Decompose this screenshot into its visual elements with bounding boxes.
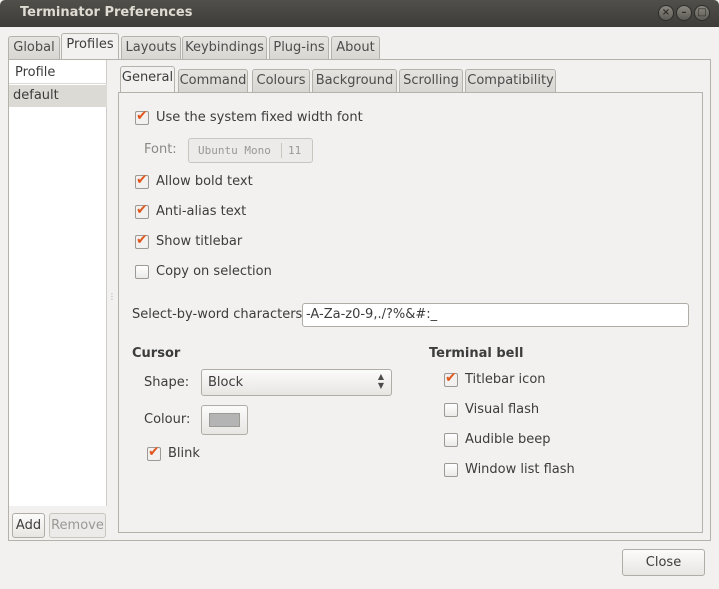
cursor-colour-label: Colour: bbox=[144, 412, 191, 427]
word-chars-input[interactable]: -A-Za-z0-9,./?%&#:_ bbox=[302, 303, 689, 327]
anti-alias-checkbox[interactable] bbox=[135, 202, 149, 219]
anti-alias-label: Anti-alias text bbox=[156, 204, 247, 219]
audible-beep-label: Audible beep bbox=[465, 432, 551, 447]
titlebar-icon-checkbox[interactable] bbox=[444, 370, 458, 387]
copy-on-selection-checkbox[interactable] bbox=[135, 265, 149, 279]
tab-background[interactable]: Background bbox=[312, 69, 397, 93]
tab-profiles[interactable]: Profiles bbox=[61, 33, 119, 60]
window-list-flash-label: Window list flash bbox=[465, 462, 575, 477]
word-chars-label: Select-by-word characters: bbox=[132, 307, 307, 322]
font-size: 11 bbox=[288, 144, 302, 157]
profile-list: Profile default bbox=[9, 60, 107, 506]
tab-command[interactable]: Command bbox=[178, 69, 248, 93]
window-list-flash-checkbox[interactable] bbox=[444, 463, 458, 477]
font-name: Ubuntu Mono bbox=[198, 144, 271, 157]
title-bar: Terminator Preferences × – □ bbox=[0, 0, 719, 27]
pane-resize-handle[interactable]: ⋮ bbox=[108, 293, 116, 305]
cursor-shape-value: Block bbox=[208, 375, 244, 390]
profile-sub-tab-bar: General Command Colours Background Scrol… bbox=[119, 66, 559, 93]
profile-item-default[interactable]: default bbox=[9, 85, 107, 107]
tab-keybindings[interactable]: Keybindings bbox=[182, 36, 267, 60]
font-separator bbox=[281, 143, 282, 158]
add-profile-button[interactable]: Add bbox=[12, 513, 45, 538]
cursor-blink-checkbox[interactable] bbox=[147, 444, 161, 461]
tab-global[interactable]: Global bbox=[8, 36, 60, 60]
cursor-shape-select[interactable]: Block ▲ ▼ bbox=[201, 369, 392, 396]
show-titlebar-checkbox[interactable] bbox=[135, 232, 149, 249]
maximize-window-icon[interactable]: □ bbox=[694, 5, 710, 21]
combo-arrows-icon: ▲ ▼ bbox=[377, 372, 384, 390]
top-tab-bar: Global Profiles Layouts Keybindings Plug… bbox=[8, 33, 388, 60]
tab-plugins[interactable]: Plug-ins bbox=[269, 36, 329, 60]
close-button[interactable]: Close bbox=[622, 549, 705, 576]
colour-swatch bbox=[209, 413, 240, 427]
tab-layouts[interactable]: Layouts bbox=[121, 36, 181, 60]
tab-general[interactable]: General bbox=[120, 66, 175, 93]
cursor-colour-button[interactable] bbox=[201, 405, 248, 435]
tab-compatibility[interactable]: Compatibility bbox=[465, 69, 556, 93]
allow-bold-checkbox[interactable] bbox=[135, 172, 149, 189]
minimize-window-icon[interactable]: – bbox=[676, 5, 692, 21]
titlebar-icon-label: Titlebar icon bbox=[465, 372, 546, 387]
tab-colours[interactable]: Colours bbox=[252, 69, 310, 93]
visual-flash-checkbox[interactable] bbox=[444, 403, 458, 417]
copy-on-selection-label: Copy on selection bbox=[156, 264, 272, 279]
allow-bold-label: Allow bold text bbox=[156, 174, 253, 189]
window-title: Terminator Preferences bbox=[20, 5, 193, 20]
remove-profile-button[interactable]: Remove bbox=[49, 513, 106, 538]
cursor-heading: Cursor bbox=[132, 346, 181, 361]
profile-list-header[interactable]: Profile bbox=[9, 62, 107, 84]
show-titlebar-label: Show titlebar bbox=[156, 234, 243, 249]
audible-beep-checkbox[interactable] bbox=[444, 433, 458, 447]
cursor-blink-label: Blink bbox=[168, 446, 200, 461]
font-label: Font: bbox=[144, 142, 177, 157]
cursor-shape-label: Shape: bbox=[144, 375, 190, 390]
visual-flash-label: Visual flash bbox=[465, 402, 540, 417]
use-system-font-checkbox[interactable] bbox=[135, 108, 149, 125]
close-window-icon[interactable]: × bbox=[658, 5, 674, 21]
tab-about[interactable]: About bbox=[331, 36, 380, 60]
use-system-font-label: Use the system fixed width font bbox=[156, 110, 363, 125]
bell-heading: Terminal bell bbox=[429, 346, 524, 361]
tab-scrolling[interactable]: Scrolling bbox=[399, 69, 463, 93]
font-picker-button[interactable]: Ubuntu Mono 11 bbox=[188, 138, 313, 163]
